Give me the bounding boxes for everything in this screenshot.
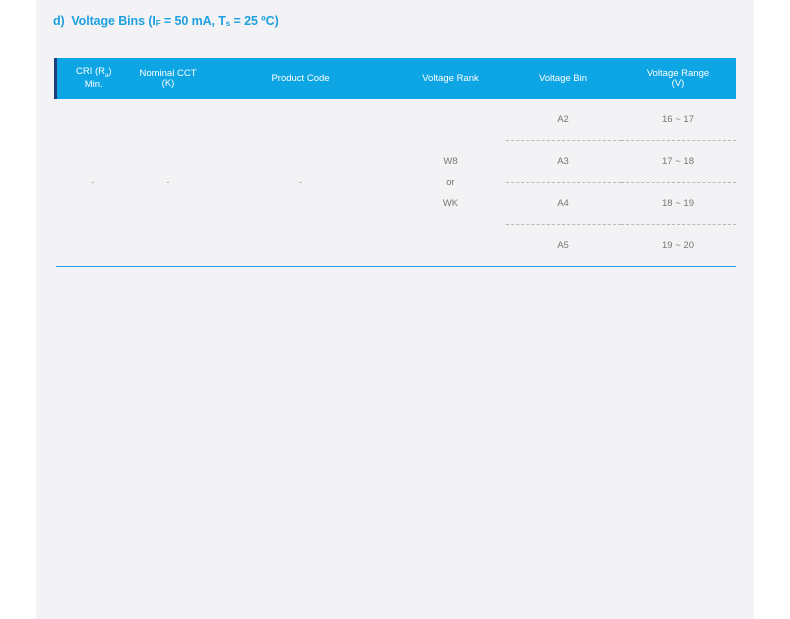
- voltage-range-cell: 17 ~ 18: [620, 140, 736, 183]
- rank-w8: W8: [443, 156, 458, 167]
- rank-or: or: [446, 177, 455, 188]
- title-mid: = 50 mA, T: [160, 14, 226, 28]
- cct-value: -: [130, 99, 206, 267]
- header-cri: CRI (Ra) Min.: [54, 58, 131, 99]
- voltage-bins-table: CRI (Ra) Min. Nominal CCT (K) Product Code…: [54, 58, 736, 267]
- header-nominal-cct: Nominal CCT (K): [139, 67, 197, 89]
- voltage-rank-value: W8 or WK: [395, 99, 506, 267]
- header-voltage-range: Voltage Range (V): [646, 67, 710, 89]
- rank-wk: WK: [442, 198, 459, 209]
- table-header-row: CRI (Ra) Min. Nominal CCT (K) Product Code…: [54, 58, 736, 99]
- voltage-range-cell: 16 ~ 17: [620, 99, 736, 141]
- title-end: = 25 ºC): [230, 14, 279, 28]
- voltage-bin-cell: A2: [505, 99, 621, 141]
- voltage-range-cell: 18 ~ 19: [620, 182, 736, 225]
- voltage-bin-cell: A5: [505, 224, 621, 267]
- voltage-bin-cell: A3: [505, 140, 621, 183]
- voltage-range-cell: 19 ~ 20: [620, 224, 736, 267]
- header-voltage-rank: Voltage Rank: [422, 72, 479, 84]
- header-voltage-bin: Voltage Bin: [538, 72, 588, 84]
- table-row: - - - W8 or WK A2 16 ~ 17: [55, 99, 736, 267]
- cri-value: -: [55, 99, 131, 267]
- section-title: d) Voltage Bins (IF = 50 mA, Ts = 25 ºC): [53, 14, 279, 28]
- section-prefix: d): [53, 14, 65, 28]
- title-main: Voltage Bins (I: [71, 14, 156, 28]
- product-code-value: -: [205, 99, 396, 267]
- datasheet-page: d) Voltage Bins (IF = 50 mA, Ts = 25 ºC)…: [36, 0, 754, 619]
- voltage-bin-cell: A4: [505, 182, 621, 225]
- header-product-code: Product Code: [271, 72, 330, 84]
